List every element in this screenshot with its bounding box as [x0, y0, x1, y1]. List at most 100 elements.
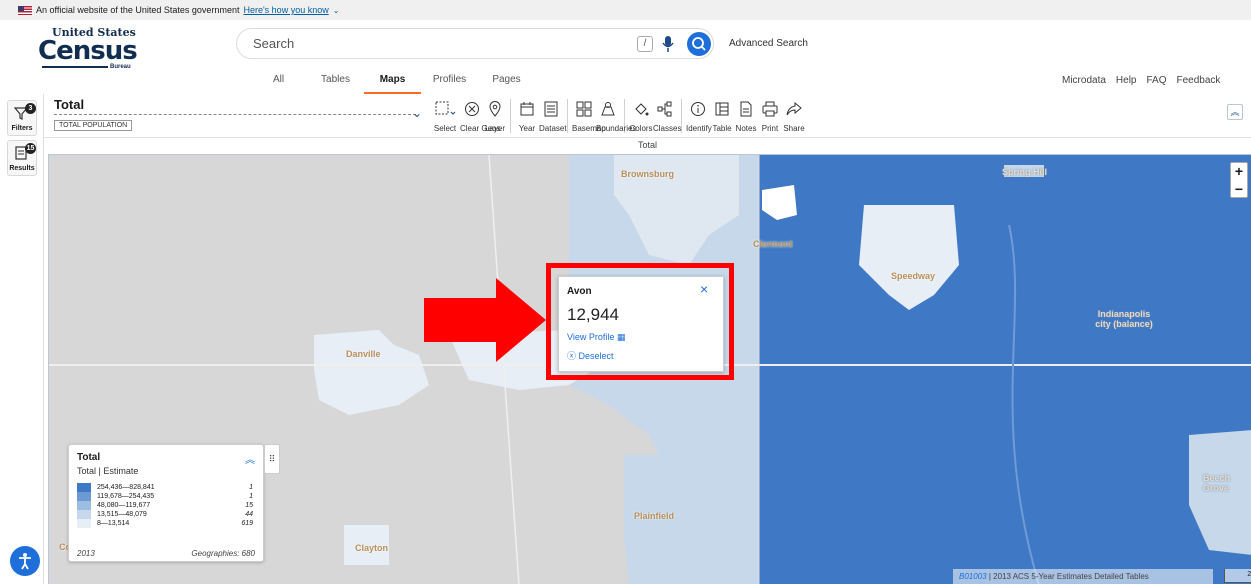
- advanced-search-link[interactable]: Advanced Search: [729, 38, 808, 49]
- place-clermont: Clermont: [753, 239, 793, 249]
- marion-county: [759, 155, 1251, 584]
- dataset-tool[interactable]: Dataset: [539, 98, 567, 134]
- legend-swatch: [77, 519, 91, 528]
- toolbar-divider: [567, 99, 568, 133]
- place-beech-grove: Beech Grove: [1203, 473, 1231, 493]
- left-rail: 3 Filters 15 Results: [0, 94, 44, 584]
- search-input[interactable]: [253, 36, 623, 51]
- printer-icon: [762, 101, 778, 117]
- colors-tool[interactable]: Colors: [629, 98, 653, 134]
- layer-tool[interactable]: Layer: [484, 98, 506, 134]
- filters-badge: 3: [25, 103, 36, 114]
- legend-row: 8—13,514 619: [77, 519, 259, 528]
- map-attribution: B01003 | 2013 ACS 5-Year Estimates Detai…: [953, 569, 1213, 584]
- basemap-tool[interactable]: Basemap: [572, 98, 606, 134]
- basemap-icon: [576, 101, 592, 117]
- microdata-link[interactable]: Microdata: [1062, 75, 1106, 86]
- census-logo[interactable]: United States Census Bureau: [38, 26, 138, 70]
- filters-button[interactable]: 3 Filters: [7, 100, 37, 136]
- place-speedway: Speedway: [891, 271, 936, 281]
- legend-row: 48,080—119,677 15: [77, 501, 259, 510]
- zoom-in-button[interactable]: +: [1231, 163, 1247, 181]
- accessibility-icon: [19, 553, 31, 570]
- boundaries-icon: [601, 102, 615, 116]
- notes-tool[interactable]: Notes: [734, 98, 758, 134]
- results-button[interactable]: 15 Results: [7, 140, 37, 176]
- chevron-down-icon[interactable]: ⌄: [412, 106, 422, 120]
- legend-swatch: [77, 492, 91, 501]
- legend-row: 119,678—254,435 1: [77, 492, 259, 501]
- place-brownsburg: Brownsburg: [621, 169, 674, 179]
- legend-row: 13,515—48,079 44: [77, 510, 259, 519]
- clear-icon: [465, 102, 479, 116]
- tab-profiles[interactable]: Profiles: [421, 74, 478, 94]
- tool-group: Select Clear Geos Layer Year Dataset Bas…: [430, 98, 806, 134]
- share-icon: [786, 101, 802, 116]
- classes-tool[interactable]: Classes: [653, 98, 681, 134]
- boundaries-tool[interactable]: Boundaries: [596, 98, 636, 134]
- identify-tool[interactable]: Identify: [686, 98, 712, 134]
- info-icon: [691, 102, 705, 116]
- legend-swatch: [77, 483, 91, 492]
- title-dotted-line: [54, 114, 416, 115]
- zoom-out-button[interactable]: −: [1231, 181, 1247, 199]
- map-legend: Total Total | Estimate ︽ 254,436—828,841…: [68, 444, 264, 562]
- legend-rows: 254,436—828,841 1 119,678—254,435 1 48,080…: [77, 483, 259, 528]
- filters-label: Filters: [11, 125, 33, 132]
- place-spring-hill: Spring Hill: [1002, 167, 1047, 177]
- drag-dots-icon: ⠿: [268, 454, 276, 464]
- logo-line3: Bureau: [110, 64, 131, 70]
- tab-all[interactable]: All: [250, 74, 307, 94]
- search-button[interactable]: [687, 32, 711, 56]
- legend-title: Total: [77, 452, 101, 463]
- map-toolbar: Total ⌄ TOTAL POPULATION Select Clear Ge…: [44, 94, 1251, 138]
- place-clayton: Clayton: [355, 543, 389, 553]
- results-label: Results: [9, 165, 35, 172]
- clear-geos-tool[interactable]: Clear Geos: [460, 98, 500, 134]
- gov-banner-link[interactable]: Here's how you know: [243, 5, 328, 15]
- legend-drag-handle[interactable]: ⠿: [264, 444, 280, 474]
- year-tool[interactable]: Year: [515, 98, 539, 134]
- place-danville: Danville: [346, 349, 381, 359]
- table-code-link[interactable]: B01003: [959, 572, 987, 581]
- legend-swatch: [77, 501, 91, 510]
- tab-pages[interactable]: Pages: [478, 74, 535, 94]
- place-indianapolis: Indianapolis city (balance): [1095, 309, 1153, 329]
- zoom-controls: + −: [1230, 162, 1248, 198]
- faq-link[interactable]: FAQ: [1146, 75, 1166, 86]
- double-chevron-up-icon: ︽: [1230, 107, 1240, 117]
- legend-swatch: [77, 510, 91, 519]
- chevron-down-icon[interactable]: ⌄: [333, 6, 340, 15]
- tab-tables[interactable]: Tables: [307, 74, 364, 94]
- calendar-icon: [520, 102, 534, 116]
- print-tool[interactable]: Print: [758, 98, 782, 134]
- select-icon: [435, 101, 456, 115]
- table-tool[interactable]: Table: [710, 98, 734, 134]
- feedback-link[interactable]: Feedback: [1177, 75, 1221, 86]
- legend-geographies: Geographies: 680: [191, 549, 255, 558]
- legend-collapse-icon[interactable]: ︽: [245, 451, 255, 466]
- share-tool[interactable]: Share: [782, 98, 806, 134]
- tab-maps[interactable]: Maps: [364, 74, 421, 94]
- logo-line2: Census: [38, 36, 138, 66]
- place-plainfield: Plainfield: [634, 511, 675, 521]
- notes-icon: [740, 101, 752, 117]
- legend-subtitle: Total | Estimate: [77, 466, 139, 476]
- variable-tag: TOTAL POPULATION: [54, 120, 133, 131]
- gov-banner: An official website of the United States…: [0, 0, 1251, 20]
- accessibility-button[interactable]: [10, 546, 40, 576]
- red-arrow-annotation: [424, 278, 546, 362]
- search-bar: /: [236, 28, 714, 59]
- collapse-toolbar-button[interactable]: ︽: [1227, 104, 1243, 120]
- attribution-text: | 2013 ACS 5-Year Estimates Detailed Tab…: [986, 572, 1149, 581]
- logo-bar: [42, 66, 108, 68]
- classes-icon: [657, 101, 672, 117]
- help-link[interactable]: Help: [1116, 75, 1137, 86]
- map-title: Total: [44, 138, 1251, 154]
- gov-banner-text: An official website of the United States…: [36, 5, 240, 15]
- select-tool[interactable]: Select: [430, 98, 460, 134]
- scale-bar: 2 mi: [1224, 569, 1251, 583]
- table-title[interactable]: Total: [54, 97, 84, 112]
- nav-tabs: All Tables Maps Profiles Pages: [250, 74, 535, 94]
- microphone-icon[interactable]: [661, 35, 675, 53]
